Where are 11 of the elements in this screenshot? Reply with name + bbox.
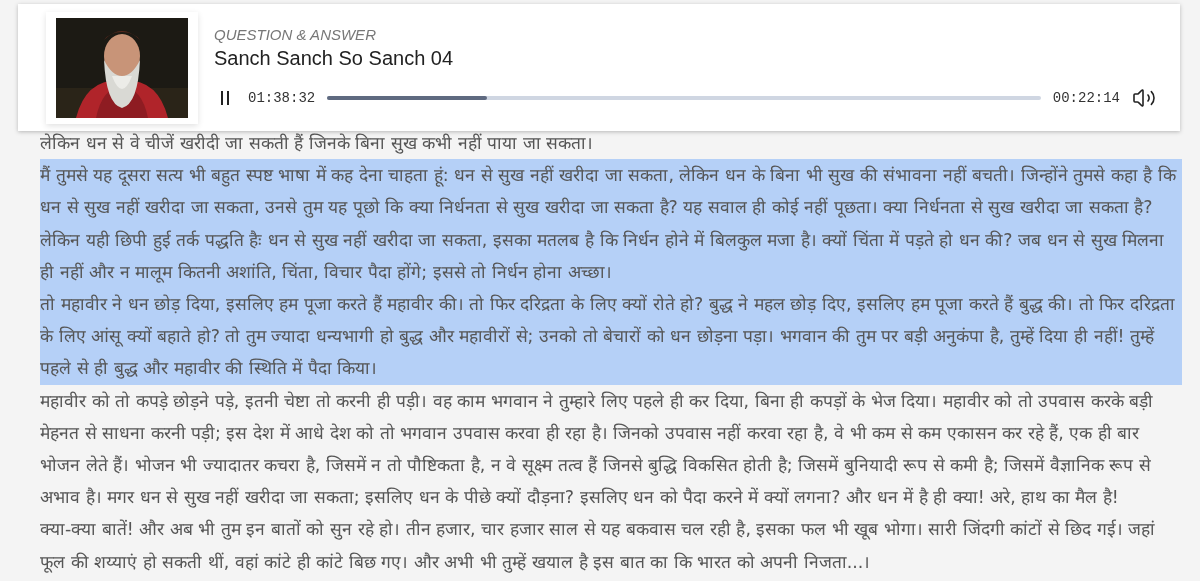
paragraph: मैं तुमसे यह दूसरा सत्य भी बहुत स्पष्ट भाषा में कह देना चाहता हूं: धन से सुख नहीं खरीदा जा सकता, लेकिन धन के बिना भी सुख की संभावना नहीं बचती। जिन्होंने तुमसे कहा है कि धन से सुख नहीं खरीदा जा सकता, उनसे तुम यह पूछो कि क्या निर्धनता से सुख खरीदा जा सकता है? यह सवाल ही कोई नहीं पूछता। क्या निर्धनता से सुख खरीदा जा सकता है? लेकिन यही छिपी हुई तर्क पद्धति हैः धन से सुख नहीं खरीदा जा सकता, इसका मतलब है कि निर्धन होने में बिलकुल मजा है। क्यों चिंता में पड़ते हो धन की? जब धन से सुख मिलना ही नहीं और न मालूम कितनी अशांति, चिंता, विचार पैदा होंगे; इससे तो निर्धन होना अच्छा। (40, 159, 1182, 288)
progress-track[interactable] (327, 95, 1041, 100)
track-title: Sanch Sanch So Sanch 04 (214, 46, 455, 70)
paragraph: लेकिन धन से वे चीजें खरीदी जा सकती हैं जिनके बिना सुख कभी नहीं पाया जा सकता। (40, 132, 595, 156)
category-label: QUESTION & ANSWER (214, 25, 377, 43)
paragraph: महावीर को तो कपड़े छोड़ने पड़े, इतनी चेष्टा तो करनी ही पड़ी। वह काम भगवान ने तुम्हारे लिए पहले ही कर दिया, बिना ही कपड़ों के भेज दिया। महावीर को तो उपवास करके बड़ी मेहनत से साधना करनी पड़ी; इस देश में आधे देश को तो भगवान उपवास करवा ही रहा है। जिनको उपवास नहीं करवा रहा है, वे भी कम से कम एकासन कर रहे हैं, एक ही बार भोजन लेते हैं। भोजन भी ज्यादातर कचरा है, जिसमें न तो पौष्टिकता है, न वे सूक्ष्म तत्व हैं जिनसे बुद्धि विकसित होती है; जिसमें बुनियादी रूप से कमी है; जिसमें वैज्ञानिक रूप से अभाव है। मगर धन से सुख नहीं खरीदा जा सकता; इसलिए धन के पीछे क्यों दौड़ना? इसलिए धन को पैदा करने में क्यों लगना? और धन में है ही क्या! अरे, हाथ का मैल है! (40, 389, 1155, 510)
paragraph: क्या-क्या बातें! और अब भी तुम इन बातों को सुन रहे हो। तीन हजार, चार हजार साल से यह बकवास चल रही है, इसका फल भी खूब भोगा। सारी जिंदगी कांटों से छिद गई। जहां फूल की शय्याएं हो सकती थीं, वहां कांटे ही कांटे बिछ गए। और अभी भी तुम्हें खयाल है इस बात का कि भारत को अपनी निजता...। (40, 518, 1157, 575)
pause-icon (220, 89, 230, 106)
remaining-time: 00:22:14 (1052, 89, 1120, 106)
elapsed-time: 01:38:32 (248, 89, 316, 106)
paragraph: तो महावीर ने धन छोड़ दिया, इसलिए हम पूजा करते हैं महावीर की। तो फिर दरिद्रता के लिए क्यों रोते हो? बुद्ध ने महल छोड़ दिए, इसलिए हम पूजा करते हैं बुद्ध की। तो फिर दरिद्रता के लिए आंसू क्यों बहाते हो? तो तुम ज्यादा धन्यभागी हो बुद्ध और महावीरों से; उनको तो बेचारों को धन छोड़ना पड़ा। भगवान की तुम पर बड़ी अनुकंपा है, तुम्हें दिया ही नहीं! तुम्हें पहले से ही बुद्ध और महावीर की स्थिति में पैदा किया। (40, 288, 1182, 385)
